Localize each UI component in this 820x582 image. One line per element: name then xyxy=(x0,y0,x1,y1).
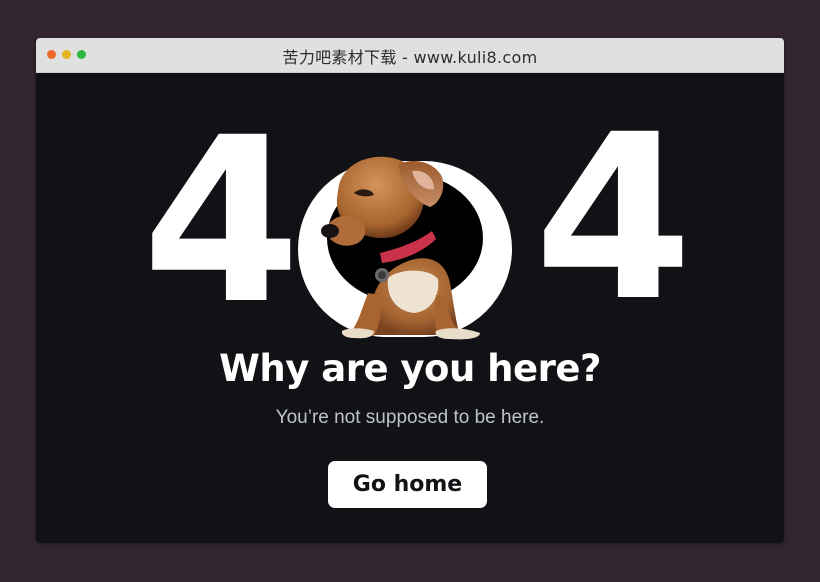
page-subtext: You’re not supposed to be here. xyxy=(275,407,545,428)
window-titlebar: 苦力吧素材下载 - www.kuli8.com xyxy=(36,38,784,73)
go-home-button[interactable]: Go home xyxy=(328,461,487,508)
page-heading: Why are you here? xyxy=(219,347,601,390)
browser-window: 苦力吧素材下载 - www.kuli8.com 4 4 Why are you … xyxy=(36,38,784,543)
error-code-hero: 4 0 4 xyxy=(142,85,693,354)
digit-four-left: 4 xyxy=(142,88,301,354)
digit-four-right: 4 xyxy=(534,85,693,351)
page-content: 4 0 4 xyxy=(36,73,784,543)
digit-four-left-glyph: 4 xyxy=(142,88,301,354)
window-title: 苦力吧素材下载 - www.kuli8.com xyxy=(282,48,538,67)
digit-four-right-glyph: 4 xyxy=(534,85,693,351)
